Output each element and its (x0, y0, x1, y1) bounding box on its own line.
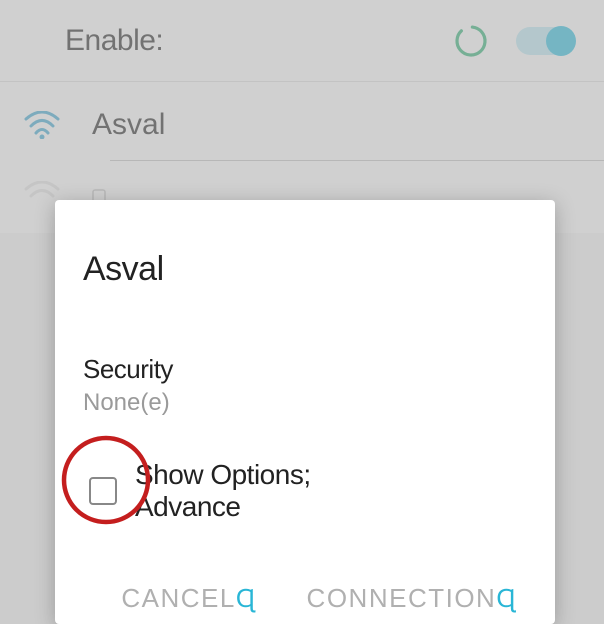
show-advanced-row[interactable]: Show Options;Advance (83, 459, 527, 523)
dialog-actions: CANCELɊ CONNECTIONɊ (83, 583, 527, 614)
security-field: Security None(e) (83, 354, 527, 417)
show-advanced-checkbox[interactable] (89, 477, 117, 505)
cancel-button[interactable]: CANCELɊ (121, 583, 256, 614)
wifi-connect-dialog: Asval Security None(e) Show Options;Adva… (55, 200, 555, 624)
security-value: None(e) (83, 389, 527, 417)
security-label: Security (83, 354, 527, 385)
show-advanced-label: Show Options;Advance (135, 459, 311, 523)
connection-button[interactable]: CONNECTIONɊ (307, 583, 517, 614)
dialog-title: Asval (83, 250, 527, 289)
